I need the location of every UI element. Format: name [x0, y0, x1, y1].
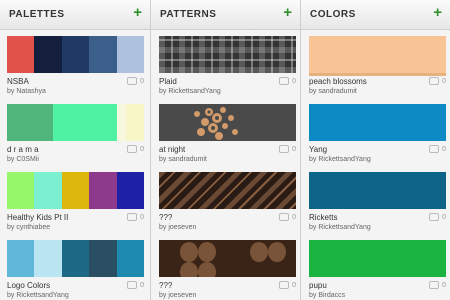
petal-pattern-image — [159, 240, 296, 282]
comment-count[interactable]: 0 — [429, 281, 446, 289]
pattern-title[interactable]: at night — [159, 145, 185, 154]
palettes-title: PALETTES — [9, 9, 65, 20]
colors-title: COLORS — [310, 9, 356, 20]
color-swatch[interactable] — [309, 36, 446, 76]
comment-count-value: 0 — [442, 77, 446, 85]
color-card[interactable]: Yang by RickettsandYang 0 — [309, 104, 446, 163]
palette-swatch[interactable] — [7, 104, 144, 141]
comment-bubble-icon — [279, 213, 290, 221]
pattern-title[interactable]: ??? — [159, 213, 172, 222]
comment-count[interactable]: 0 — [127, 213, 144, 221]
comment-count[interactable]: 0 — [279, 145, 296, 153]
palettes-header: PALETTES + — [0, 0, 150, 30]
color-author[interactable]: by sandradumit — [309, 88, 357, 95]
color-card[interactable]: peach blossoms by sandradumit 0 — [309, 36, 446, 95]
patterns-title: PATTERNS — [160, 9, 217, 20]
palette-card[interactable]: NSBA by Natashya 0 — [7, 36, 144, 95]
comment-bubble-icon — [429, 281, 440, 289]
comment-count[interactable]: 0 — [279, 281, 296, 289]
comment-bubble-icon — [127, 213, 138, 221]
comment-bubble-icon — [127, 281, 138, 289]
comment-count[interactable]: 0 — [127, 281, 144, 289]
patterns-header: PATTERNS + — [151, 0, 300, 30]
pattern-swatch[interactable] — [159, 36, 296, 73]
patterns-column: PATTERNS + Plaid by RickettsandYang 0 at… — [151, 0, 300, 300]
color-author[interactable]: by Birdaccs — [309, 292, 345, 299]
color-author[interactable]: by RickettsandYang — [309, 156, 371, 163]
color-title[interactable]: Yang — [309, 145, 327, 154]
comment-count-value: 0 — [292, 145, 296, 153]
palette-title[interactable]: NSBA — [7, 77, 29, 86]
browse-page: PALETTES + NSBA by Natashya 0 d r a m a … — [0, 0, 450, 300]
comment-count-value: 0 — [292, 213, 296, 221]
palettes-column: PALETTES + NSBA by Natashya 0 d r a m a … — [0, 0, 150, 300]
comment-count[interactable]: 0 — [127, 145, 144, 153]
pattern-card[interactable]: Plaid by RickettsandYang 0 — [159, 36, 296, 95]
color-title[interactable]: peach blossoms — [309, 77, 367, 86]
pattern-swatch[interactable] — [159, 240, 296, 282]
comment-count[interactable]: 0 — [279, 213, 296, 221]
pattern-title[interactable]: Plaid — [159, 77, 177, 86]
comment-count-value: 0 — [442, 281, 446, 289]
color-title[interactable]: Ricketts — [309, 213, 337, 222]
pattern-swatch[interactable] — [159, 104, 296, 141]
palette-title[interactable]: d r a m a — [7, 145, 39, 154]
comment-bubble-icon — [429, 77, 440, 85]
palette-card[interactable]: Healthy Kids Pt II by cynthiabee 0 — [7, 172, 144, 231]
pattern-card[interactable]: ??? by joeseven 0 — [159, 172, 296, 231]
pattern-author[interactable]: by joeseven — [159, 292, 196, 299]
comment-count-value: 0 — [442, 145, 446, 153]
comment-count-value: 0 — [442, 213, 446, 221]
comment-bubble-icon — [279, 77, 290, 85]
comment-count[interactable]: 0 — [279, 77, 296, 85]
palette-author[interactable]: by cynthiabee — [7, 224, 50, 231]
add-palette-plus-icon[interactable]: + — [133, 4, 142, 22]
palette-author[interactable]: by C0SMii — [7, 156, 39, 163]
palette-author[interactable]: by RickettsandYang — [7, 292, 69, 299]
pattern-author[interactable]: by joeseven — [159, 224, 196, 231]
comment-count-value: 0 — [140, 77, 144, 85]
comment-bubble-icon — [429, 145, 440, 153]
colors-header: COLORS + — [301, 0, 450, 30]
color-card[interactable]: pupu by Birdaccs 0 — [309, 240, 446, 299]
comment-bubble-icon — [279, 281, 290, 289]
comment-count-value: 0 — [292, 281, 296, 289]
color-swatch[interactable] — [309, 104, 446, 141]
comment-bubble-icon — [429, 213, 440, 221]
palette-card[interactable]: d r a m a by C0SMii 0 — [7, 104, 144, 163]
palette-title[interactable]: Logo Colors — [7, 281, 50, 290]
palette-swatch[interactable] — [7, 36, 144, 73]
comment-bubble-icon — [127, 77, 138, 85]
comment-count[interactable]: 0 — [429, 145, 446, 153]
palette-author[interactable]: by Natashya — [7, 88, 46, 95]
comment-count[interactable]: 0 — [429, 77, 446, 85]
add-pattern-plus-icon[interactable]: + — [283, 4, 292, 22]
color-title[interactable]: pupu — [309, 281, 327, 290]
palette-swatch[interactable] — [7, 172, 144, 209]
comment-count[interactable]: 0 — [429, 213, 446, 221]
comment-bubble-icon — [127, 145, 138, 153]
comment-count-value: 0 — [292, 77, 296, 85]
pattern-swatch[interactable] — [159, 172, 296, 209]
comment-count-value: 0 — [140, 281, 144, 289]
comment-bubble-icon — [279, 145, 290, 153]
color-author[interactable]: by RickettsandYang — [309, 224, 371, 231]
palette-title[interactable]: Healthy Kids Pt II — [7, 213, 68, 222]
color-swatch[interactable] — [309, 172, 446, 209]
pattern-author[interactable]: by RickettsandYang — [159, 88, 221, 95]
pattern-card[interactable]: at night by sandradumit 0 — [159, 104, 296, 163]
pattern-card[interactable]: ??? by joeseven 0 — [159, 240, 296, 299]
comment-count-value: 0 — [140, 213, 144, 221]
color-card[interactable]: Ricketts by RickettsandYang 0 — [309, 172, 446, 231]
pattern-title[interactable]: ??? — [159, 281, 172, 290]
comment-count-value: 0 — [140, 145, 144, 153]
palette-swatch[interactable] — [7, 240, 144, 277]
color-swatch[interactable] — [309, 240, 446, 277]
comment-count[interactable]: 0 — [127, 77, 144, 85]
palette-card[interactable]: Logo Colors by RickettsandYang 0 — [7, 240, 144, 299]
add-color-plus-icon[interactable]: + — [433, 4, 442, 22]
pattern-author[interactable]: by sandradumit — [159, 156, 207, 163]
floral-pattern-image — [159, 104, 296, 141]
colors-column: COLORS + peach blossoms by sandradumit 0… — [301, 0, 450, 300]
